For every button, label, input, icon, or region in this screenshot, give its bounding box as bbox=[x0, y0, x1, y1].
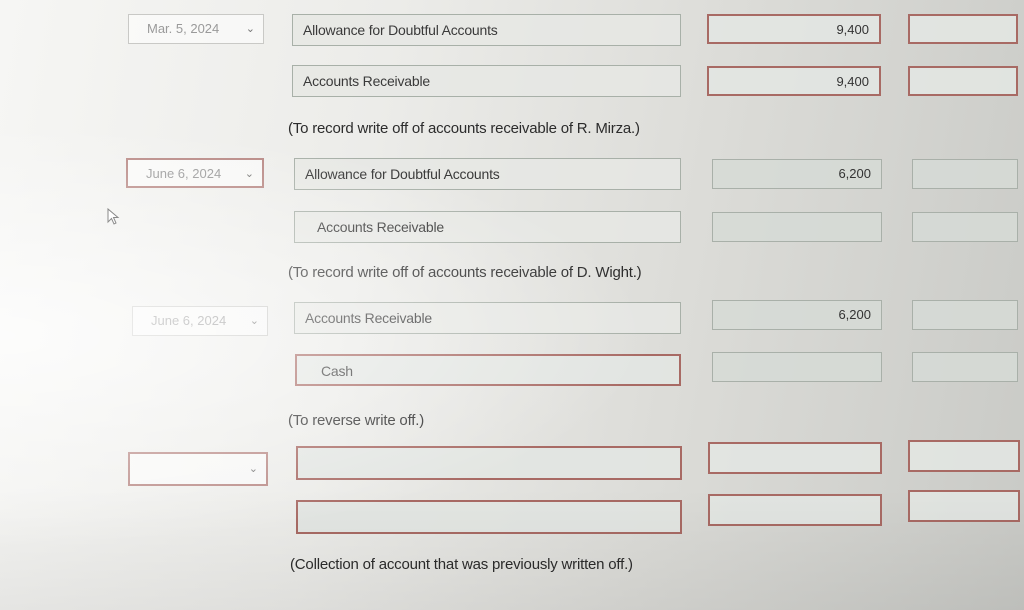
date-select-4[interactable]: ⌄ bbox=[128, 452, 268, 486]
debit-value: 6,200 bbox=[838, 166, 871, 181]
debit-field-4b[interactable] bbox=[708, 494, 882, 526]
date-select-value: June 6, 2024 bbox=[151, 313, 227, 328]
credit-field-1a[interactable] bbox=[908, 14, 1018, 44]
account-field-3b[interactable]: Cash bbox=[295, 354, 681, 386]
account-value: Accounts Receivable bbox=[303, 73, 430, 89]
debit-field-3b[interactable] bbox=[712, 352, 882, 382]
debit-field-2b[interactable] bbox=[712, 212, 882, 242]
date-select-value: Mar. 5, 2024 bbox=[147, 21, 220, 36]
credit-field-3b[interactable] bbox=[912, 352, 1018, 382]
memo-2: (To record write off of accounts receiva… bbox=[288, 264, 642, 281]
debit-field-4a[interactable] bbox=[708, 442, 882, 474]
mouse-pointer-icon bbox=[107, 208, 120, 225]
debit-field-3a[interactable]: 6,200 bbox=[712, 300, 882, 330]
account-value: Allowance for Doubtful Accounts bbox=[303, 22, 498, 38]
memo-3: (To reverse write off.) bbox=[288, 412, 424, 429]
account-field-3a[interactable]: Accounts Receivable bbox=[294, 302, 681, 334]
date-select-3[interactable]: June 6, 2024 ⌄ bbox=[132, 306, 268, 336]
account-field-4b[interactable] bbox=[296, 500, 682, 534]
chevron-down-icon: ⌄ bbox=[245, 23, 255, 35]
debit-field-1a[interactable]: 9,400 bbox=[707, 14, 881, 44]
account-field-1b[interactable]: Accounts Receivable bbox=[292, 65, 681, 97]
account-value: Cash bbox=[321, 363, 353, 379]
amount-value: 9,400 bbox=[836, 74, 869, 89]
date-select-1[interactable]: Mar. 5, 2024 ⌄ bbox=[128, 14, 264, 44]
credit-field-3a[interactable] bbox=[912, 300, 1018, 330]
debit-field-1b[interactable]: 9,400 bbox=[707, 66, 881, 96]
memo-1: (To record write off of accounts receiva… bbox=[288, 120, 640, 137]
account-field-1a[interactable]: Allowance for Doubtful Accounts bbox=[292, 14, 681, 46]
credit-field-2a[interactable] bbox=[912, 159, 1018, 189]
account-value: Accounts Receivable bbox=[317, 219, 444, 235]
account-value: Accounts Receivable bbox=[305, 310, 432, 326]
credit-field-4a[interactable] bbox=[908, 440, 1020, 472]
memo-4: (Collection of account that was previous… bbox=[290, 556, 633, 573]
credit-field-4b[interactable] bbox=[908, 490, 1020, 522]
date-select-2[interactable]: June 6, 2024 ⌄ bbox=[126, 158, 264, 188]
chevron-down-icon: ⌄ bbox=[248, 463, 258, 475]
account-value: Allowance for Doubtful Accounts bbox=[305, 166, 500, 182]
debit-value: 6,200 bbox=[838, 307, 871, 322]
debit-value: 9,400 bbox=[836, 22, 869, 37]
credit-field-2b[interactable] bbox=[912, 212, 1018, 242]
account-field-2b[interactable]: Accounts Receivable bbox=[294, 211, 681, 243]
chevron-down-icon: ⌄ bbox=[249, 315, 259, 327]
account-field-2a[interactable]: Allowance for Doubtful Accounts bbox=[294, 158, 681, 190]
credit-field-1b[interactable] bbox=[908, 66, 1018, 96]
chevron-down-icon: ⌄ bbox=[244, 168, 254, 180]
account-field-4a[interactable] bbox=[296, 446, 682, 480]
debit-field-2a[interactable]: 6,200 bbox=[712, 159, 882, 189]
date-select-value: June 6, 2024 bbox=[146, 166, 222, 181]
